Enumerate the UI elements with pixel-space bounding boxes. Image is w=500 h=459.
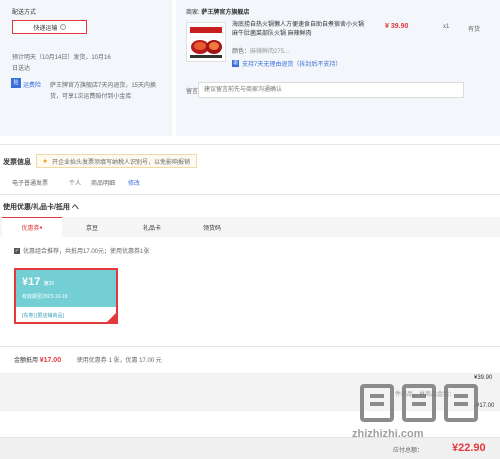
shipping-section-label: 配送方式: [12, 10, 37, 16]
coupon-expiry: 有效期至2023-10-19: [22, 294, 68, 300]
discount-total-info: 使用优惠券 1 张，优惠 17.00 元: [76, 358, 162, 364]
coupon-value: ¥17: [22, 276, 41, 288]
invoice-type: 电子普通发票: [12, 181, 49, 187]
memo-input[interactable]: [198, 82, 464, 98]
product-attr: 颜色：麻辣鲜肉275...: [232, 46, 289, 55]
invoice-detail: 商品明细: [91, 181, 116, 187]
tab-label: 礼品卡: [142, 225, 161, 232]
coupon-condition: 满39: [43, 281, 54, 287]
freight-insurance-label: 运费险: [23, 83, 42, 89]
checkout-page: 配送方式 快递运输 ? 预计明天（10月14日）发货，10月16 日送达 险 运…: [0, 0, 500, 459]
tab-jingdou[interactable]: 京豆: [62, 217, 122, 237]
tab-label: 领货码: [202, 225, 221, 232]
shop-name[interactable]: 商家: 萨王牌官方旗舰店: [186, 7, 249, 16]
discount-total-label: 金额抵用: [14, 358, 39, 364]
coupon-card[interactable]: ¥17 满39 有效期至2023-10-19 [东券] [限店铺商品]: [14, 268, 118, 324]
service-row: 退 支持7天无理由退货（拆封后不支持）: [232, 59, 341, 68]
coupon-combo-option[interactable]: ✓ 优惠组合推荐，共抵用17.00元；使用优惠券1张: [14, 246, 149, 255]
product-quantity: x1: [443, 24, 450, 30]
product-image-graphic: [187, 23, 225, 61]
discount-tabs: 优惠券 ● 京豆 礼品卡 领货码: [0, 217, 500, 237]
tab-pickup-code[interactable]: 领货码: [182, 217, 242, 237]
discount-section-toggle[interactable]: 使用优惠/礼品卡/抵用 へ: [3, 202, 79, 212]
return-service-icon: 退: [232, 60, 239, 67]
stock-status: 有货: [468, 27, 481, 33]
delivery-time: 预计明天（10月14日）发货，10月16: [12, 55, 111, 61]
freight-insurance-icon: 险: [11, 78, 21, 88]
watermark-logo: [360, 384, 478, 422]
invoice-tip-text: 开企业抬头发票须填写纳税人识别号，以免影响报销: [52, 159, 191, 166]
selected-corner-icon: [107, 313, 116, 322]
delivery-time-2: 日送达: [12, 66, 31, 72]
coupon-description: [东券] [限店铺商品]: [22, 313, 64, 319]
divider: [0, 144, 500, 145]
service-text: 支持7天无理由退货（拆封后不支持）: [242, 62, 342, 68]
invoice-tip: ● 开企业抬头发票须填写纳税人识别号，以免影响报销: [36, 154, 198, 168]
invoice-personal: 个人: [69, 181, 82, 187]
invoice-edit-link[interactable]: 修改: [128, 178, 140, 187]
checkbox-checked-icon[interactable]: ✓: [14, 247, 20, 254]
product-title[interactable]: 海底捞自热火锅懒人方便速食自助自煮宿舍小火锅麻牛肚菌菜部队火锅 麻辣鲜肉: [232, 21, 367, 38]
attr-label: 颜色：: [232, 49, 251, 55]
shipping-method-label: 快递运输: [33, 25, 58, 32]
shop-return-note: 萨王牌官方旗舰店7天内退货，15天内换: [50, 83, 157, 89]
divider: [0, 194, 500, 195]
shipping-method-button[interactable]: 快递运输 ?: [12, 20, 87, 34]
shop-name-text: 萨王牌官方旗舰店: [201, 10, 250, 16]
shop-return-note-2: 货，可享1次运费赔付到小金库: [50, 94, 132, 100]
tab-label: 京豆: [85, 225, 98, 232]
watermark-text: zhizhizhi.com: [352, 428, 424, 440]
tab-label: 优惠券: [21, 226, 40, 232]
tab-gift-card[interactable]: 礼品卡: [122, 217, 182, 237]
divider: [0, 346, 500, 347]
coupon-combo-text: 优惠组合推荐，共抵用17.00元；使用优惠券1张: [23, 249, 150, 255]
discount-total-row: 金额抵用 ¥17.00 使用优惠券 1 张，优惠 17.00 元: [14, 355, 162, 364]
discount-total-amount: ¥17.00: [39, 357, 62, 364]
invoice-title: 发票信息: [3, 159, 31, 166]
shop-prefix: 商家:: [186, 10, 200, 16]
product-price: ¥ 39.90: [385, 23, 409, 30]
tab-coupons[interactable]: 优惠券 ●: [2, 217, 62, 237]
product-image[interactable]: [186, 22, 226, 62]
attr-value: 麻辣鲜肉275...: [250, 49, 290, 55]
coupon-amount: ¥17 满39: [22, 276, 54, 288]
new-dot-icon: ●: [39, 224, 43, 231]
location-pin-icon: ●: [43, 157, 48, 165]
help-icon[interactable]: ?: [59, 24, 66, 30]
